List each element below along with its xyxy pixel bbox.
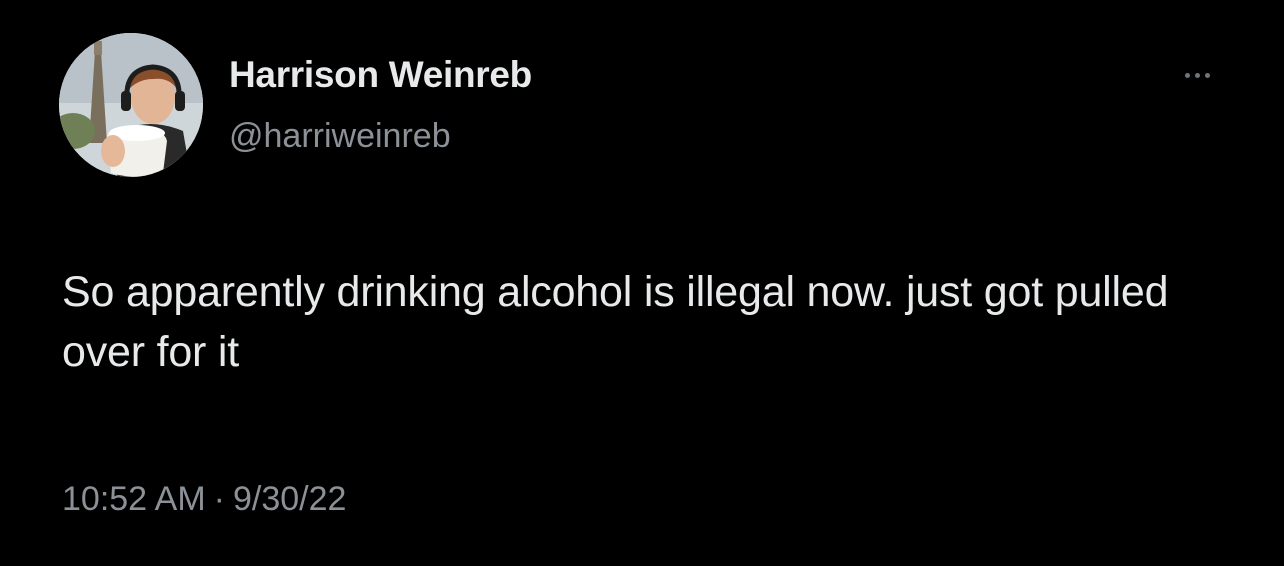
tweet-date: 9/30/22: [232, 480, 347, 518]
tweet-text: So apparently drinking alcohol is illega…: [62, 268, 1169, 376]
timestamp-separator: ·: [213, 480, 225, 518]
avatar-photo-icon: [59, 33, 203, 177]
ellipsis-icon: [1204, 72, 1210, 78]
tweet-timestamp[interactable]: 10:52 AM · 9/30/22: [62, 478, 346, 520]
ellipsis-icon: [1184, 72, 1190, 78]
tweet-time: 10:52 AM: [62, 480, 206, 518]
author-display-name[interactable]: Harrison Weinreb: [229, 52, 532, 98]
ellipsis-icon: [1194, 72, 1200, 78]
more-options-button[interactable]: [1172, 62, 1222, 88]
author-handle[interactable]: @harriweinreb: [229, 115, 451, 157]
author-avatar[interactable]: [59, 33, 203, 177]
tweet-card: Harrison Weinreb @harriweinreb So appare…: [0, 0, 1284, 566]
